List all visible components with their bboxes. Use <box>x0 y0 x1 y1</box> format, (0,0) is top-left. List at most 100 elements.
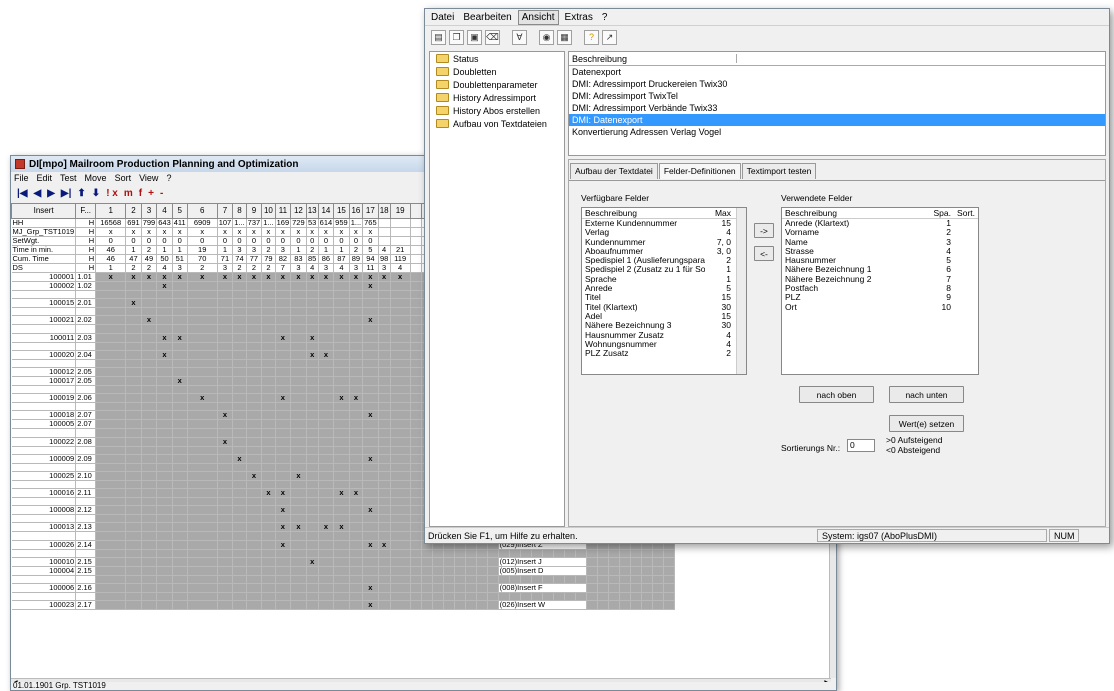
mark-cell[interactable]: x <box>362 315 379 326</box>
grid-cell[interactable] <box>261 531 276 541</box>
grid-cell[interactable] <box>187 583 218 593</box>
grid-cell[interactable] <box>290 324 307 334</box>
grid-cell[interactable] <box>378 307 391 317</box>
grid-cell[interactable] <box>390 488 411 499</box>
grid-cell[interactable] <box>217 281 234 291</box>
grid-cell[interactable] <box>156 480 173 490</box>
grid-cell[interactable] <box>95 505 127 516</box>
grid-cell[interactable] <box>187 592 218 602</box>
grid-cell[interactable] <box>275 290 292 300</box>
grid-cell[interactable] <box>156 600 173 611</box>
grid-cell[interactable] <box>608 557 620 567</box>
grid-cell[interactable] <box>619 592 631 602</box>
grid-cell[interactable] <box>217 419 234 430</box>
grid-cell[interactable] <box>454 575 466 585</box>
grid-cell[interactable] <box>290 419 307 430</box>
grid-cell[interactable] <box>125 307 142 317</box>
list-item[interactable]: PLZ Zusatz 2 <box>582 349 746 358</box>
grid-cell[interactable] <box>246 540 263 550</box>
grid-cell[interactable] <box>349 557 364 567</box>
grid-cell[interactable] <box>232 583 247 593</box>
grid-cell[interactable] <box>663 583 675 593</box>
grid-cell[interactable] <box>290 583 307 593</box>
grid-cell[interactable] <box>246 557 263 567</box>
help-icon[interactable]: ? <box>584 29 599 45</box>
context-help-icon[interactable]: ↗ <box>602 29 617 45</box>
insert-name[interactable]: (026)Insert W <box>498 600 587 611</box>
grid-cell[interactable] <box>410 480 422 490</box>
grid-cell[interactable] <box>172 549 188 558</box>
list-item[interactable]: DMI: Adressimport TwixTel <box>569 90 1105 102</box>
mark-cell[interactable]: x <box>378 272 391 282</box>
grid-cell[interactable] <box>156 315 173 326</box>
grid-cell[interactable] <box>349 402 364 412</box>
grid-cell[interactable] <box>318 315 335 326</box>
grid-cell[interactable] <box>318 333 335 343</box>
grid-cell[interactable] <box>318 307 335 317</box>
grid-cell[interactable] <box>187 480 218 490</box>
grid-cell[interactable] <box>232 575 247 585</box>
grid-cell[interactable] <box>125 480 142 490</box>
grid-cell[interactable] <box>261 410 276 421</box>
grid-cell[interactable] <box>232 342 247 351</box>
grid-cell[interactable] <box>187 350 218 360</box>
grid-cell[interactable] <box>275 437 292 447</box>
mark-cell[interactable]: x <box>290 471 307 481</box>
grid-cell[interactable] <box>217 350 234 360</box>
grid-cell[interactable] <box>172 359 188 368</box>
grid-cell[interactable] <box>378 350 391 360</box>
grid-cell[interactable] <box>349 376 364 386</box>
grid-cell[interactable] <box>318 592 335 602</box>
grid-cell[interactable] <box>410 454 422 464</box>
grid-cell[interactable] <box>542 575 554 585</box>
grid-cell[interactable] <box>261 402 276 412</box>
grid-cell[interactable] <box>217 488 234 499</box>
grid-cell[interactable] <box>362 446 379 455</box>
grid-cell[interactable] <box>187 446 218 455</box>
grid-cell[interactable] <box>619 600 631 611</box>
grid-cell[interactable] <box>378 480 391 490</box>
grid-cell[interactable] <box>261 549 276 558</box>
tree-item-aufbau-textdateien[interactable]: Aufbau von Textdateien <box>430 117 564 130</box>
grid-cell[interactable] <box>597 566 609 576</box>
grid-cell[interactable] <box>641 549 653 558</box>
grid-cell[interactable] <box>333 583 350 593</box>
grid-cell[interactable] <box>306 307 319 317</box>
mark-cell[interactable]: x <box>275 540 292 550</box>
grid-cell[interactable] <box>187 575 218 585</box>
list-item[interactable]: DMI: Adressimport Verbände Twix33 <box>569 102 1105 114</box>
grid-cell[interactable] <box>172 592 188 602</box>
grid-cell[interactable] <box>362 522 379 533</box>
grid-cell[interactable] <box>362 402 379 412</box>
grid-column-header[interactable]: 17 <box>362 203 379 219</box>
grid-cell[interactable] <box>156 557 173 567</box>
grid-cell[interactable] <box>378 290 391 300</box>
grid-cell[interactable] <box>125 393 142 404</box>
available-scrollbar[interactable] <box>736 208 746 374</box>
grid-cell[interactable] <box>232 471 247 481</box>
grid-cell[interactable] <box>290 600 307 611</box>
grid-cell[interactable] <box>641 600 653 611</box>
grid-cell[interactable] <box>349 575 364 585</box>
grid-cell[interactable] <box>246 497 263 507</box>
grid-cell[interactable] <box>333 531 350 541</box>
grid-cell[interactable] <box>95 393 127 404</box>
grid-cell[interactable] <box>333 575 350 585</box>
grid-cell[interactable] <box>318 324 335 334</box>
grid-cell[interactable] <box>290 402 307 412</box>
grid-cell[interactable] <box>465 557 477 567</box>
mark-cell[interactable]: x <box>349 488 364 499</box>
grid-cell[interactable] <box>141 333 158 343</box>
grid-cell[interactable] <box>333 367 350 377</box>
grid-cell[interactable] <box>410 367 422 377</box>
grid-cell[interactable] <box>95 583 127 593</box>
grid-cell[interactable] <box>410 290 422 300</box>
grid-cell[interactable] <box>318 497 335 507</box>
grid-cell[interactable] <box>318 393 335 404</box>
grid-cell[interactable] <box>275 549 292 558</box>
grid-cell[interactable] <box>531 549 543 558</box>
grid-cell[interactable] <box>349 454 364 464</box>
grid-cell[interactable] <box>232 463 247 472</box>
grid-cell[interactable] <box>95 497 127 507</box>
grid-cell[interactable] <box>232 315 247 326</box>
